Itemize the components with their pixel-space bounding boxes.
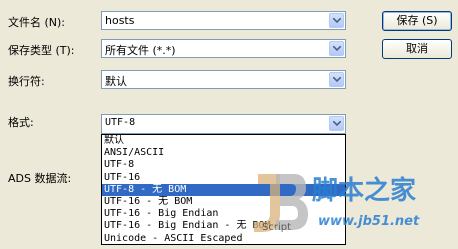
- encoding-option[interactable]: UTF-16 - Big Endian: [102, 208, 345, 220]
- encoding-value: UTF-8: [105, 117, 136, 128]
- encoding-option[interactable]: ANSI/ASCII: [102, 147, 345, 159]
- encoding-option[interactable]: UTF-16 - 无 BOM: [102, 196, 345, 208]
- encoding-option[interactable]: UTF-16: [102, 172, 345, 184]
- save-type-combo[interactable]: 所有文件 (*.*): [101, 39, 346, 58]
- filename-label: 文件名 (N):: [8, 16, 66, 29]
- chevron-down-icon[interactable]: [329, 72, 344, 87]
- encoding-combo[interactable]: UTF-8: [101, 114, 346, 134]
- filename-value: hosts: [105, 14, 135, 27]
- encoding-label: 格式:: [8, 116, 34, 129]
- filename-combo[interactable]: hosts: [101, 11, 346, 30]
- newline-value: 默认: [105, 75, 127, 88]
- chevron-down-icon[interactable]: [329, 13, 344, 28]
- chevron-down-icon[interactable]: [329, 116, 344, 131]
- ads-stream-label: ADS 数据流:: [8, 172, 72, 185]
- cancel-button[interactable]: 取消: [382, 39, 452, 59]
- save-type-value: 所有文件 (*.*): [105, 44, 176, 57]
- encoding-option[interactable]: UTF-8 - 无 BOM: [102, 183, 345, 196]
- newline-label: 换行符:: [8, 75, 45, 88]
- save-type-label: 保存类型 (T):: [8, 44, 75, 57]
- encoding-dropdown-list[interactable]: 默认 ANSI/ASCII UTF-8 UTF-16 UTF-8 - 无 BOM…: [101, 134, 346, 245]
- encoding-option[interactable]: Unicode - ASCII Escaped: [102, 233, 345, 245]
- save-button[interactable]: 保存 (S): [382, 11, 452, 31]
- chevron-down-icon[interactable]: [329, 41, 344, 56]
- encoding-option[interactable]: UTF-16 - Big Endian - 无 BOM: [102, 220, 345, 232]
- encoding-option[interactable]: UTF-8: [102, 159, 345, 171]
- newline-combo[interactable]: 默认: [101, 70, 346, 89]
- encoding-option[interactable]: 默认: [102, 135, 345, 147]
